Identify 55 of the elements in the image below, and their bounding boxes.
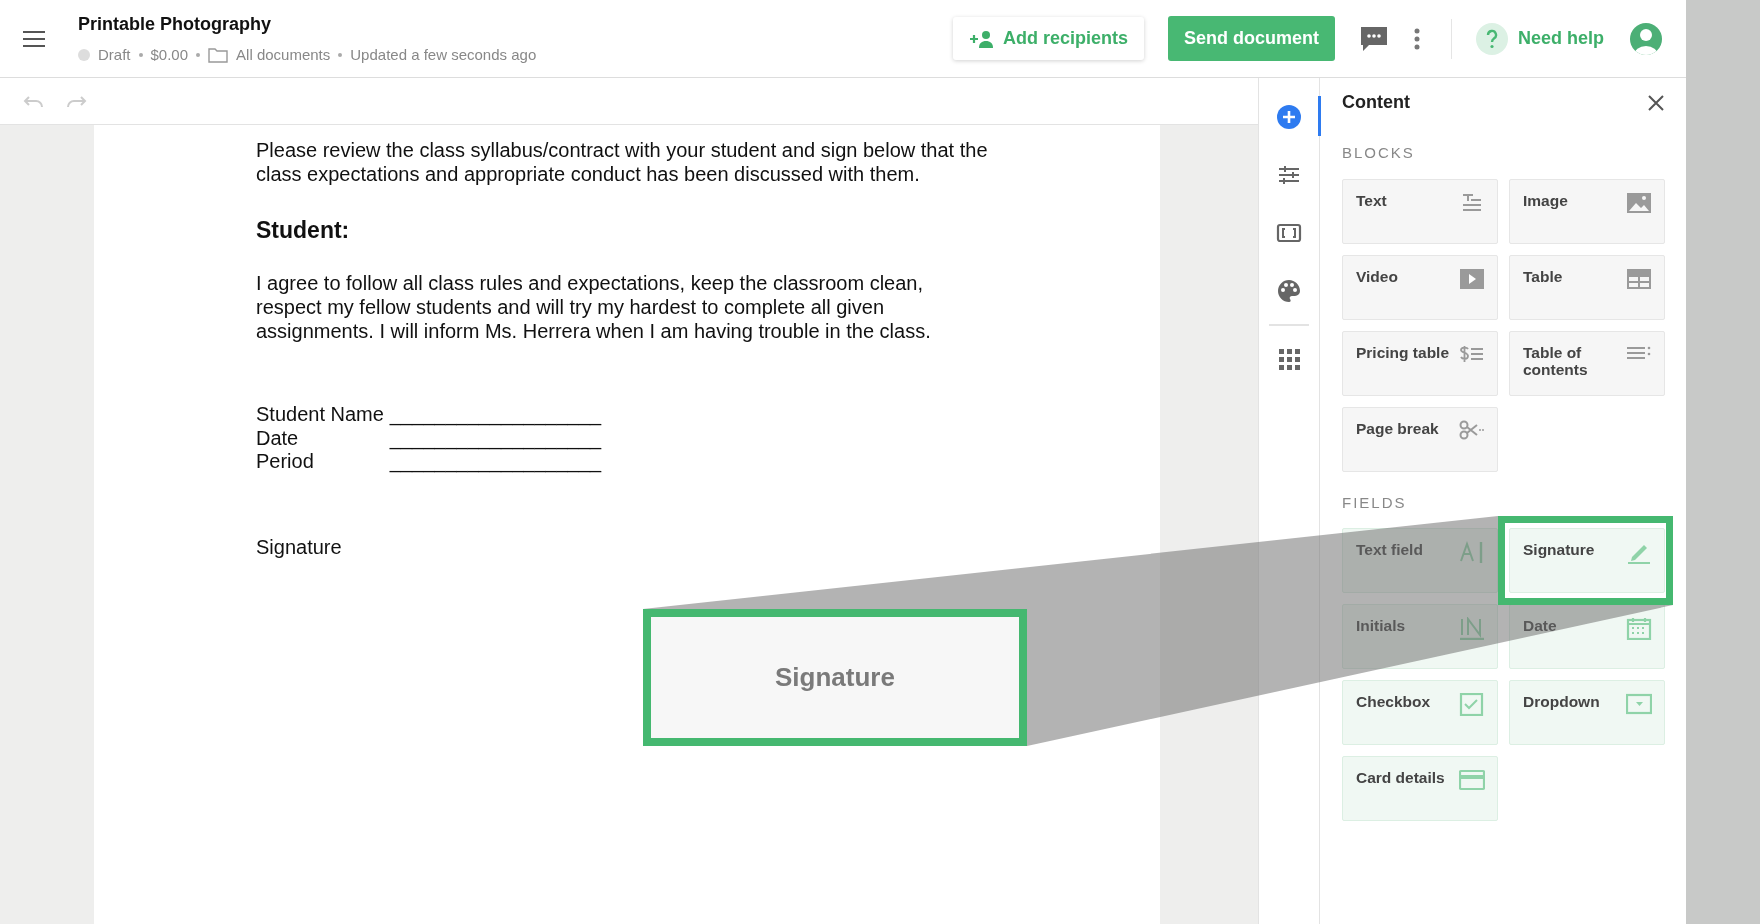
block-tile[interactable]: Text	[1342, 178, 1498, 244]
credit-card-icon	[1459, 769, 1485, 792]
avatar-button[interactable]	[1628, 20, 1664, 57]
table-icon	[1626, 267, 1652, 291]
underline-icon	[1459, 617, 1485, 640]
signature-label: Signature	[256, 535, 343, 560]
section-heading: BLOCKS	[1342, 143, 1416, 163]
palette-icon	[1276, 278, 1302, 304]
avatar-icon	[1629, 21, 1663, 56]
block-tile[interactable]: Image	[1509, 178, 1665, 244]
add-person-icon	[968, 29, 995, 48]
folder-link[interactable]: All documents	[208, 43, 331, 67]
fill-in-line: ___________________	[389, 403, 602, 427]
field-tile[interactable]: Signature	[1509, 528, 1665, 593]
chat-icon	[1359, 25, 1388, 52]
form-label: Period	[256, 450, 315, 474]
form-label: Date	[256, 426, 300, 451]
dropdown-icon	[1626, 693, 1652, 716]
checkbox-icon	[1459, 693, 1485, 716]
status-dot	[78, 49, 90, 61]
text-cursor-icon	[1459, 541, 1485, 564]
block-tile[interactable]: Page break	[1342, 406, 1498, 472]
fill-in-line: ___________________	[389, 426, 602, 451]
redo-icon	[65, 94, 87, 109]
grid-icon	[1276, 346, 1302, 372]
more-icon	[1413, 28, 1420, 51]
agreement-paragraph: I agree to follow all class rules and expectations, keep the classroom clean, respect my fellow students and will try my hardest to complete all given assignments. I will inform Ms. Herrera when I am having trouble in the class.	[256, 272, 932, 344]
folder-icon	[208, 47, 229, 63]
block-tile[interactable]: Pricing table	[1342, 330, 1498, 396]
image-icon	[1626, 191, 1652, 215]
add-icon	[1276, 104, 1302, 130]
block-tile[interactable]: Table of contents	[1509, 330, 1665, 396]
form-label: Student Name	[256, 403, 384, 427]
field-tile[interactable]: Checkbox	[1342, 680, 1498, 745]
panel-title: Content	[1342, 90, 1410, 114]
field-tile[interactable]: Dropdown	[1509, 680, 1665, 745]
section-heading: Student:	[256, 217, 351, 245]
status-text: Draft	[98, 44, 131, 65]
intro-paragraph: Please review the class syllabus/contract with your student and sign below that the class expectations and appropriate conduct has been discussed with them.	[256, 139, 989, 187]
section-heading: FIELDS	[1342, 492, 1408, 513]
block-tile[interactable]: Table	[1509, 254, 1665, 320]
question-icon	[1485, 28, 1498, 49]
close-icon	[1647, 93, 1665, 112]
block-tile[interactable]: Video	[1342, 254, 1498, 320]
menu-icon	[23, 30, 45, 49]
fill-in-line: ___________________	[389, 450, 602, 474]
document-title: Printable Photography	[78, 12, 273, 36]
signature-callout: Signature	[643, 609, 1027, 746]
field-tile[interactable]: Card details	[1342, 756, 1498, 821]
undo-icon	[23, 94, 45, 109]
price-text: $0.00	[150, 44, 189, 65]
comments-button[interactable]	[1358, 24, 1389, 53]
play-icon	[1459, 267, 1485, 291]
updated-text: Updated a few seconds ago	[350, 44, 537, 65]
calendar-icon	[1626, 617, 1652, 640]
